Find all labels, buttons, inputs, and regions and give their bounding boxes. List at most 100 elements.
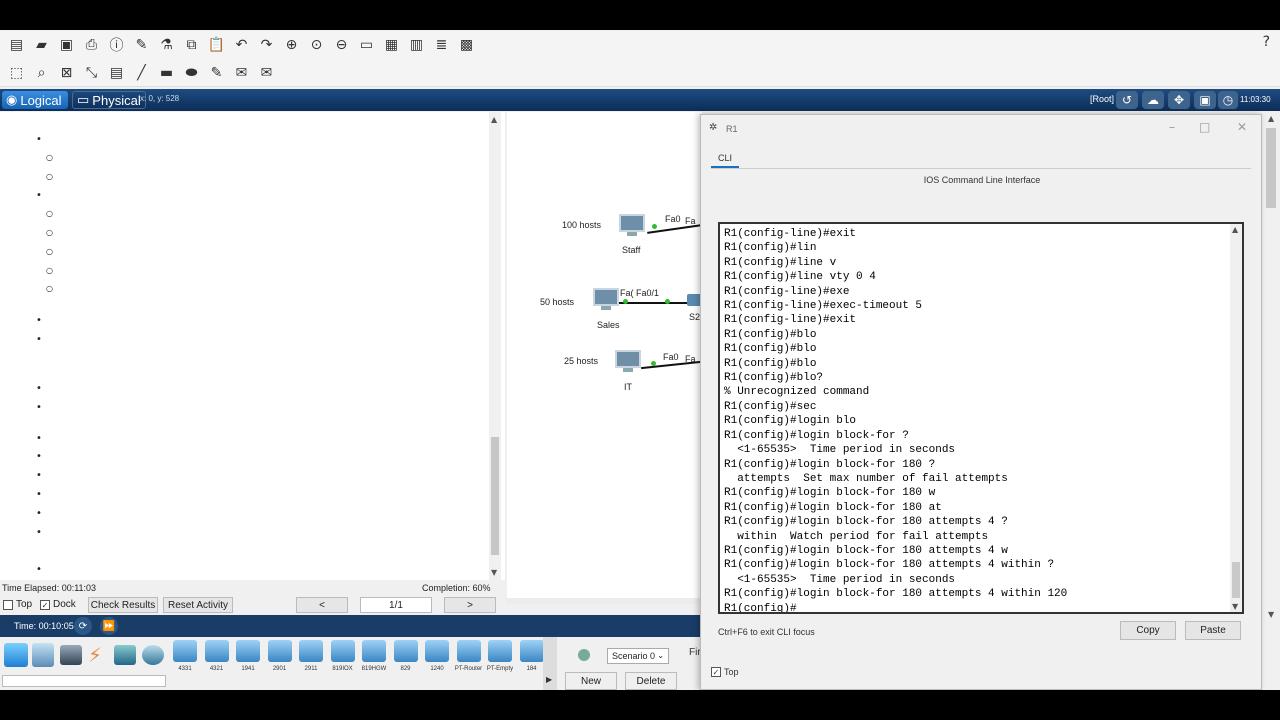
scenario-select[interactable]: Scenario 0 ⌄ — [607, 648, 669, 664]
delete-scenario-button[interactable]: Delete — [625, 672, 677, 690]
router-model[interactable]: PT-Router — [455, 640, 483, 676]
dock-checkbox-box[interactable]: ✓ — [40, 599, 50, 610]
terminal-scroll-down-icon[interactable]: ▼ — [1232, 602, 1238, 611]
cli-terminal[interactable]: R1(config-line)#exit R1(config)#lin R1(con… — [718, 222, 1244, 614]
screenshot-icon[interactable]: ▩ — [454, 33, 479, 57]
background-image-icon[interactable]: ▣ — [1194, 91, 1216, 109]
router-model[interactable]: 4321 — [203, 640, 231, 676]
select-icon[interactable]: ⬚ — [4, 61, 29, 85]
instructions-scrollbar[interactable]: ▲ ▼ — [489, 112, 501, 580]
freeform-icon[interactable]: ✎ — [204, 61, 229, 85]
minimize-icon[interactable]: – — [1169, 120, 1175, 134]
router-model[interactable]: PT-Empty — [486, 640, 514, 676]
move-icon[interactable]: ✥ — [1168, 91, 1190, 109]
paste-button[interactable]: Paste — [1185, 621, 1241, 640]
resize-icon[interactable]: ⤡ — [79, 61, 104, 85]
main-scroll-thumb[interactable] — [1266, 128, 1276, 208]
router-model[interactable]: 184 — [518, 640, 546, 676]
fast-forward-icon[interactable]: ⏩ — [100, 617, 118, 635]
cluster-icon[interactable]: ≣ — [429, 33, 454, 57]
info-icon[interactable]: ⓘ — [104, 33, 129, 57]
router-model[interactable]: 819HGW — [360, 640, 388, 676]
palette-icon[interactable]: ▦ — [379, 33, 404, 57]
inspect-icon[interactable]: ⌕ — [29, 61, 54, 85]
simple-pdu-icon[interactable]: ✉ — [229, 61, 254, 85]
back-icon[interactable]: ↺ — [1116, 91, 1138, 109]
note-icon[interactable]: ▤ — [104, 61, 129, 85]
router-model[interactable]: 1240 — [423, 640, 451, 676]
staff-pc-icon[interactable] — [619, 214, 645, 236]
end-devices-icon[interactable] — [32, 643, 54, 667]
top-checkbox[interactable]: Top — [3, 599, 32, 610]
tab-cli[interactable]: CLI — [711, 150, 739, 168]
new-scenario-button[interactable]: New — [565, 672, 617, 690]
router-model[interactable]: 1941 — [234, 640, 262, 676]
complex-pdu-icon[interactable]: ✉ — [254, 61, 279, 85]
misc-icon[interactable] — [114, 645, 136, 665]
cluster-nav-icon[interactable]: ☁ — [1142, 91, 1164, 109]
print-icon[interactable]: ⎙ — [79, 33, 104, 57]
viewport-nav-icon[interactable]: ◷ — [1218, 91, 1238, 109]
rectangle-draw-icon[interactable]: ▭ — [354, 33, 379, 57]
top-checkbox-box[interactable] — [3, 599, 13, 610]
delete-icon[interactable]: ⊠ — [54, 61, 79, 85]
network-devices-icon[interactable] — [4, 643, 28, 667]
terminal-scroll-thumb[interactable] — [1232, 562, 1240, 598]
workspace-hscroll[interactable] — [507, 598, 702, 604]
paste-icon[interactable]: 📋 — [204, 33, 229, 57]
expand-icon[interactable]: ▶ — [546, 675, 552, 684]
root-label[interactable]: [Root] — [1090, 94, 1114, 104]
new-icon[interactable]: ▤ — [4, 33, 29, 57]
next-page-button[interactable]: > — [444, 597, 496, 613]
open-icon[interactable]: ▰ — [29, 33, 54, 57]
terminal-scroll-up-icon[interactable]: ▲ — [1232, 225, 1238, 234]
router-model[interactable]: 829 — [392, 640, 420, 676]
scroll-down-icon[interactable]: ▼ — [491, 568, 497, 577]
it-pc-icon[interactable] — [615, 350, 641, 372]
scroll-up-icon[interactable]: ▲ — [491, 115, 497, 124]
router-model[interactable]: 2901 — [266, 640, 294, 676]
previous-page-button[interactable]: < — [296, 597, 348, 613]
terminal-output: R1(config-line)#exit R1(config)#lin R1(con… — [724, 227, 1067, 612]
router-model[interactable]: 819IOX — [329, 640, 357, 676]
close-icon[interactable]: ✕ — [1237, 120, 1247, 134]
main-scroll-up-icon[interactable]: ▲ — [1268, 114, 1274, 123]
redo-icon[interactable]: ↷ — [254, 33, 279, 57]
zoom-out-icon[interactable]: ⊖ — [329, 33, 354, 57]
undo-icon[interactable]: ↶ — [229, 33, 254, 57]
main-vertical-scrollbar[interactable]: ▲ ▼ — [1263, 112, 1280, 622]
terminal-scrollbar[interactable]: ▲ ▼ — [1230, 224, 1242, 612]
zoom-reset-icon[interactable]: ⊙ — [304, 33, 329, 57]
wizard-icon[interactable]: ✎ — [129, 33, 154, 57]
r1-top-checkbox-box[interactable]: ✓ — [711, 667, 721, 677]
check-results-button[interactable]: Check Results — [88, 597, 158, 613]
r1-top-checkbox[interactable]: ✓ Top — [711, 667, 739, 677]
dock-checkbox[interactable]: ✓ Dock — [40, 599, 76, 610]
multiuser-icon[interactable] — [142, 645, 164, 665]
logical-workspace[interactable]: 100 hosts Staff Fa0 Fa 50 hosts Sales Fa… — [507, 112, 702, 604]
rectangle-icon[interactable]: ▬ — [154, 61, 179, 85]
power-cycle-icon[interactable]: ⟳ — [74, 617, 92, 635]
reset-activity-button[interactable]: Reset Activity — [163, 597, 233, 613]
components-icon[interactable] — [60, 645, 82, 665]
tab-logical[interactable]: ◉ Logical — [2, 91, 68, 109]
lab-icon[interactable]: ⚗ — [154, 33, 179, 57]
maximize-icon[interactable]: □ — [1199, 120, 1210, 134]
main-scroll-down-icon[interactable]: ▼ — [1268, 610, 1274, 619]
copy-button[interactable]: Copy — [1120, 621, 1176, 640]
help-icon[interactable]: ? — [1263, 34, 1270, 50]
router-model[interactable]: 4331 — [171, 640, 199, 676]
connections-icon[interactable]: ⚡ — [88, 643, 108, 667]
viewport-icon[interactable]: ▥ — [404, 33, 429, 57]
instructions-scroll-thumb[interactable] — [491, 437, 499, 555]
ellipse-icon[interactable]: ⬬ — [179, 61, 204, 85]
tab-physical[interactable]: ▭ Physical — [72, 91, 146, 109]
sales-pc-icon[interactable] — [593, 288, 619, 310]
device-search-field[interactable] — [2, 675, 166, 687]
save-icon[interactable]: ▣ — [54, 33, 79, 57]
line-icon[interactable]: ╱ — [129, 61, 154, 85]
switch-s2-icon[interactable] — [687, 294, 701, 306]
copy-icon[interactable]: ⧉ — [179, 33, 204, 57]
zoom-in-icon[interactable]: ⊕ — [279, 33, 304, 57]
router-model[interactable]: 2911 — [297, 640, 325, 676]
